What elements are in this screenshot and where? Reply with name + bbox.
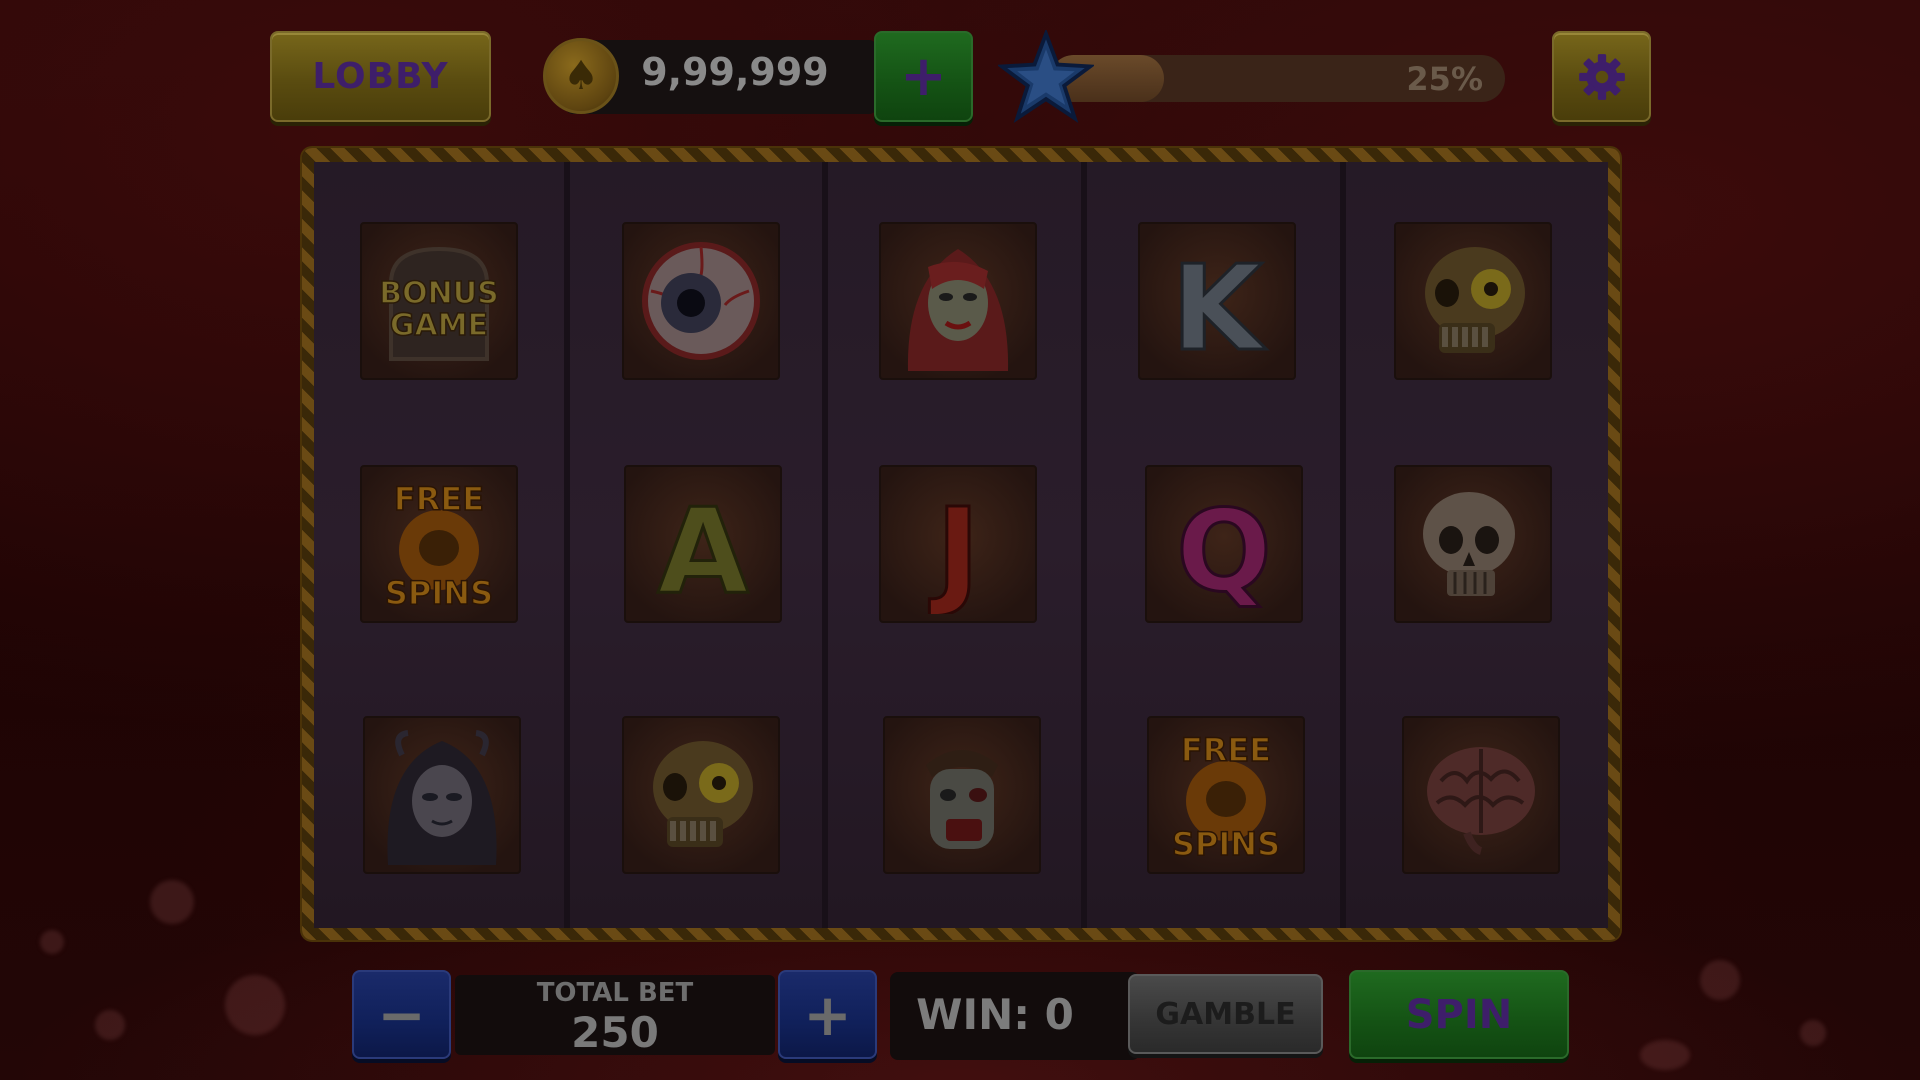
symbol-free-spins: FREE SPINS xyxy=(1147,716,1305,874)
bonus-text-line-1: BONUS xyxy=(379,276,498,311)
lobby-label: LOBBY xyxy=(312,56,449,97)
coin-icon: ♠ xyxy=(543,38,619,114)
symbol-zombie-skull xyxy=(1394,222,1552,380)
bokeh-light xyxy=(1700,960,1740,1000)
letter-a: A xyxy=(657,482,748,614)
bokeh-light xyxy=(1800,1020,1826,1046)
plus-icon: + xyxy=(900,43,947,109)
gamble-label: GAMBLE xyxy=(1155,996,1296,1032)
symbol-brain xyxy=(1402,716,1560,874)
bokeh-light xyxy=(225,975,285,1035)
xp-progress-bar: 25% xyxy=(1050,55,1505,102)
bokeh-light xyxy=(40,930,64,954)
minus-icon: − xyxy=(377,980,426,1049)
total-bet-label: TOTAL BET xyxy=(536,978,694,1008)
spin-label: SPIN xyxy=(1405,991,1513,1038)
symbol-zombie-man xyxy=(883,716,1041,874)
symbol-letter-j: J xyxy=(879,465,1037,623)
symbol-ghost-girl xyxy=(363,716,521,874)
spin-button[interactable]: SPIN xyxy=(1349,970,1569,1059)
symbol-free-spins: FREE SPINS xyxy=(360,465,518,623)
symbol-bonus-game: BONUS GAME xyxy=(360,222,518,380)
free-text: FREE xyxy=(1181,731,1271,769)
gamble-button[interactable]: GAMBLE xyxy=(1128,974,1323,1054)
spins-text: SPINS xyxy=(1172,825,1280,863)
free-text: FREE xyxy=(394,480,484,518)
reel-separator xyxy=(822,162,828,928)
lobby-button[interactable]: LOBBY xyxy=(270,31,491,122)
symbol-letter-k: K xyxy=(1138,222,1296,380)
bonus-text-line-2: GAME xyxy=(390,308,488,343)
letter-q: Q xyxy=(1176,487,1271,614)
bokeh-light xyxy=(1640,1040,1690,1070)
reel-separator xyxy=(564,162,570,928)
star-icon xyxy=(998,30,1094,123)
xp-progress-text: 25% xyxy=(1406,60,1483,98)
bokeh-light xyxy=(150,880,194,924)
add-coins-button[interactable]: + xyxy=(874,31,973,122)
settings-button[interactable] xyxy=(1552,31,1651,122)
bet-decrease-button[interactable]: − xyxy=(352,970,451,1059)
gear-icon xyxy=(1578,53,1625,100)
symbol-letter-q: Q xyxy=(1145,465,1303,623)
letter-j: J xyxy=(929,482,980,614)
coin-balance: 9,99,999 xyxy=(641,50,829,94)
total-bet-value: 250 xyxy=(571,1008,659,1057)
reel-separator xyxy=(1340,162,1346,928)
symbol-eyeball xyxy=(622,222,780,380)
symbol-skull xyxy=(1394,465,1552,623)
symbol-vampire-woman xyxy=(879,222,1037,380)
spins-text: SPINS xyxy=(385,574,493,612)
symbol-letter-a: A xyxy=(624,465,782,623)
bokeh-light xyxy=(95,1010,125,1040)
reel-separator xyxy=(1081,162,1087,928)
symbol-zombie-skull xyxy=(622,716,780,874)
bet-increase-button[interactable]: + xyxy=(778,970,877,1059)
plus-icon: + xyxy=(803,980,852,1049)
win-display: WIN: 0 xyxy=(916,990,1074,1039)
letter-k: K xyxy=(1171,239,1267,371)
